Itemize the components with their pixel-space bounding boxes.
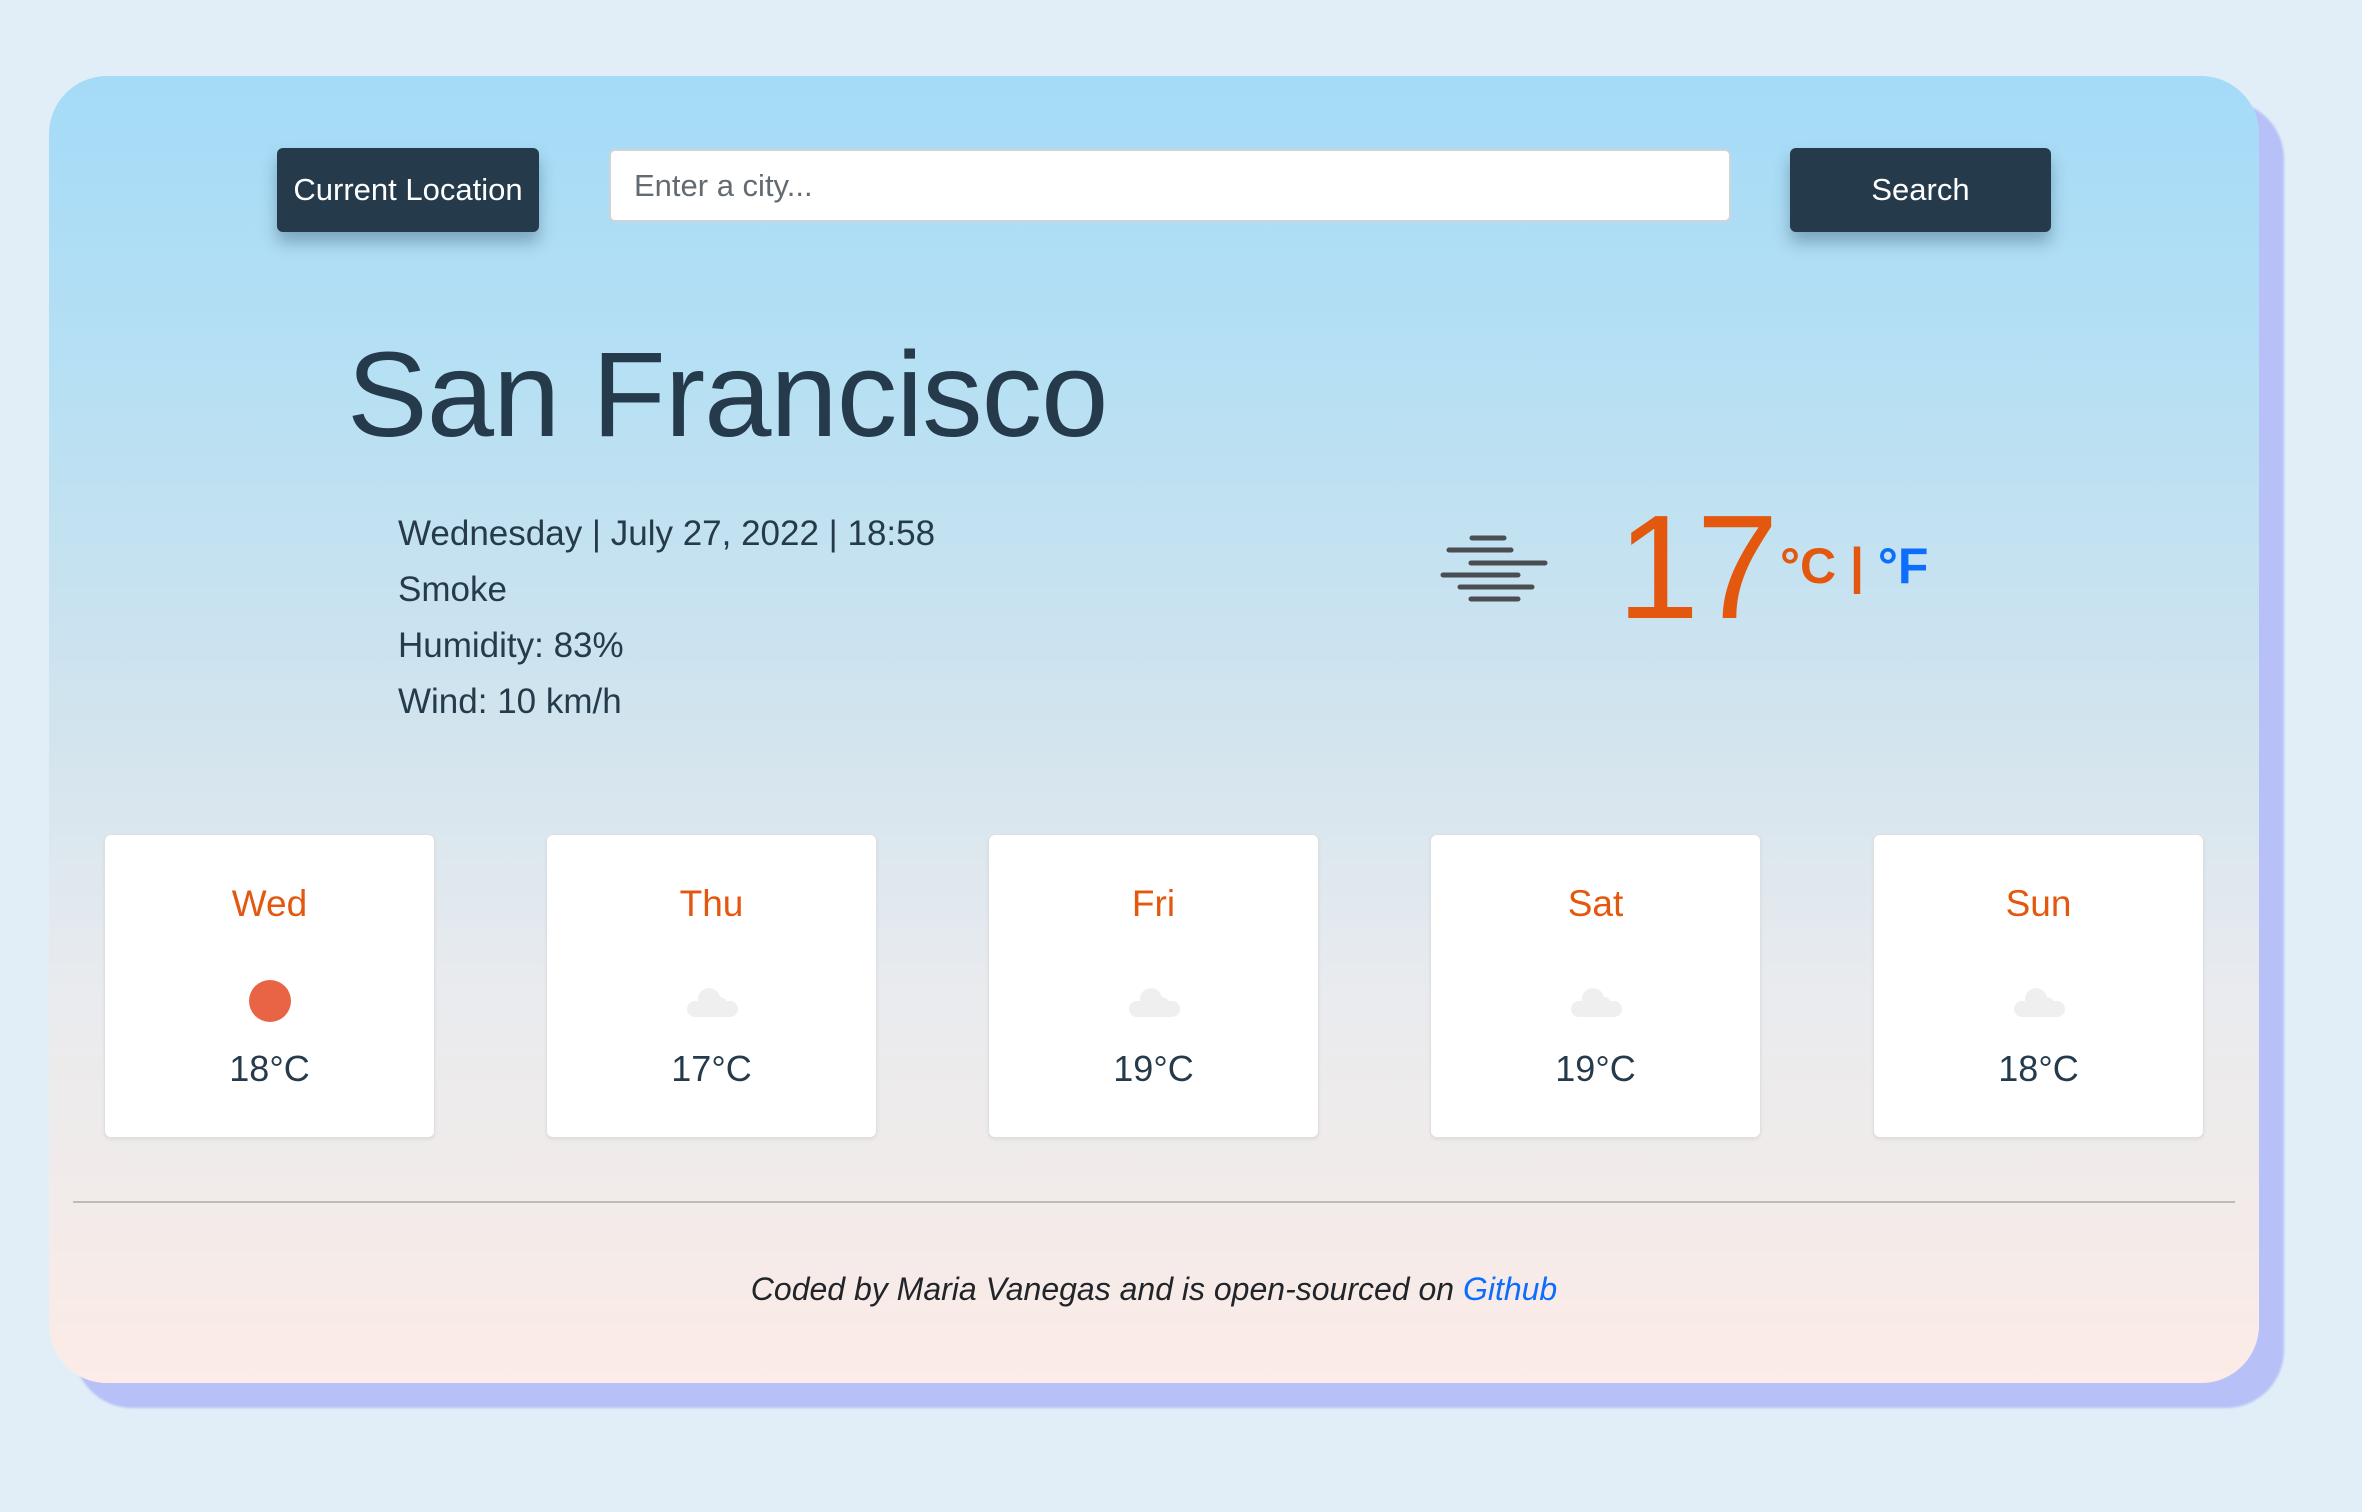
forecast-temp: 18°C (1998, 1048, 2079, 1089)
forecast-temp: 19°C (1113, 1048, 1194, 1089)
fahrenheit-link[interactable]: °F (1878, 538, 1929, 594)
weather-app: Current Location Search San Francisco We… (49, 76, 2259, 1383)
forecast-day: Fri (1131, 883, 1176, 924)
current-details: Wednesday | July 27, 2022 | 18:58 Smoke … (398, 506, 935, 730)
sun-icon (240, 971, 300, 1031)
search-button[interactable]: Search (1790, 148, 2051, 232)
unit-toggle: °C | °F (1780, 541, 1928, 591)
current-wind: Wind: 10 km/h (398, 682, 622, 721)
cloud-icon (1566, 971, 1626, 1031)
forecast-temp: 17°C (671, 1048, 752, 1089)
cloud-icon (2009, 971, 2069, 1031)
current-description: Smoke (398, 570, 507, 609)
footer-divider (73, 1201, 2235, 1203)
current-temperature: 17 (1617, 485, 1779, 650)
current-location-button[interactable]: Current Location (277, 148, 539, 232)
current-datetime: Wednesday | July 27, 2022 | 18:58 (398, 514, 936, 553)
forecast: Wed 18°C Thu 17°C Fri 19°C Sat 19°C Sun … (104, 834, 2204, 1138)
footer-text: Coded by Maria Vanegas and is open-sourc… (750, 1271, 1463, 1307)
current-humidity: Humidity: 83% (398, 626, 624, 665)
forecast-day: Wed (231, 883, 308, 924)
city-search-input[interactable] (609, 149, 1731, 222)
forecast-day: Sat (1567, 883, 1624, 924)
forecast-card: Wed 18°C (104, 834, 435, 1138)
haze-icon (1439, 528, 1551, 608)
forecast-day: Thu (679, 883, 744, 924)
footer: Coded by Maria Vanegas and is open-sourc… (49, 1271, 2259, 1308)
forecast-temp: 18°C (229, 1048, 310, 1089)
forecast-card: Sun 18°C (1873, 834, 2204, 1138)
forecast-temp: 19°C (1555, 1048, 1636, 1089)
cloud-icon (1124, 971, 1184, 1031)
city-name: San Francisco (347, 326, 1108, 462)
cloud-icon (682, 971, 742, 1031)
forecast-card: Thu 17°C (546, 834, 877, 1138)
github-link[interactable]: Github (1463, 1271, 1557, 1307)
forecast-day: Sun (2005, 883, 2072, 924)
celsius-link[interactable]: °C (1780, 538, 1836, 594)
forecast-card: Fri 19°C (988, 834, 1319, 1138)
unit-separator: | (1850, 538, 1865, 594)
forecast-card: Sat 19°C (1430, 834, 1761, 1138)
